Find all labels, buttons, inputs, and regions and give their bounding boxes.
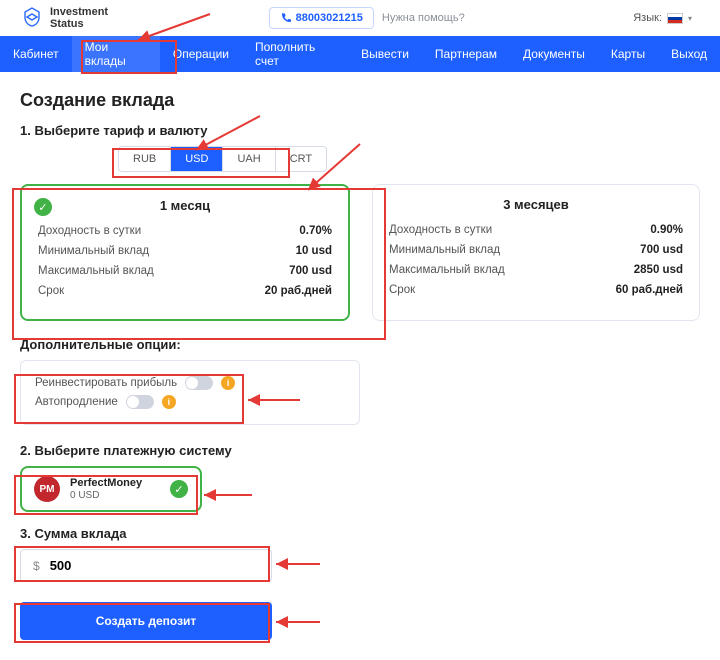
amount-input[interactable] bbox=[50, 558, 259, 573]
phone-button[interactable]: 88003021215 bbox=[269, 7, 374, 29]
help-link[interactable]: Нужна помощь? bbox=[382, 12, 465, 24]
step3-title: 3. Сумма вклада bbox=[20, 526, 700, 541]
plan-row-label: Минимальный вклад bbox=[38, 245, 149, 257]
payment-name: PerfectMoney bbox=[70, 477, 142, 490]
main-nav: Кабинет Мои вклады Операции Пополнить сч… bbox=[0, 36, 720, 72]
nav-cards[interactable]: Карты bbox=[598, 36, 658, 72]
payment-balance: 0 USD bbox=[70, 490, 142, 502]
plan-row-label: Максимальный вклад bbox=[38, 265, 154, 277]
step1-title: 1. Выберите тариф и валюту bbox=[20, 123, 700, 138]
plan-row-label: Срок bbox=[389, 284, 415, 296]
options-box: Реинвестировать прибыль i Автопродление … bbox=[20, 360, 360, 425]
info-icon[interactable]: i bbox=[221, 376, 235, 390]
plan-card-1m[interactable]: ✓ 1 месяц Доходность в сутки 0.70% Минима… bbox=[20, 184, 350, 321]
plan-row-value: 700 usd bbox=[640, 244, 683, 256]
check-icon: ✓ bbox=[34, 198, 52, 216]
currency-usd[interactable]: USD bbox=[171, 147, 223, 171]
currency-crt[interactable]: CRT bbox=[276, 147, 326, 171]
create-deposit-button[interactable]: Создать депозит bbox=[20, 602, 272, 640]
flag-ru-icon bbox=[667, 13, 683, 24]
nav-deposits[interactable]: Мои вклады bbox=[72, 36, 160, 72]
currency-symbol: $ bbox=[33, 559, 40, 573]
brand-line2: Status bbox=[50, 18, 108, 30]
step2-title: 2. Выберите платежную систему bbox=[20, 443, 700, 458]
plan-row-value: 0.90% bbox=[650, 224, 683, 236]
plan-title: 1 месяц bbox=[38, 198, 332, 213]
nav-documents[interactable]: Документы bbox=[510, 36, 598, 72]
brand-line1: Investment bbox=[50, 6, 108, 18]
plan-row-value: 60 раб.дней bbox=[616, 284, 683, 296]
nav-withdraw[interactable]: Вывести bbox=[348, 36, 422, 72]
nav-topup[interactable]: Пополнить счет bbox=[242, 36, 348, 72]
nav-logout[interactable]: Выход bbox=[658, 36, 720, 72]
logo-icon bbox=[20, 6, 44, 30]
lang-label: Язык: bbox=[633, 12, 662, 24]
plan-row-label: Доходность в сутки bbox=[389, 224, 492, 236]
toggle-reinvest[interactable] bbox=[185, 376, 213, 390]
phone-icon bbox=[280, 12, 292, 24]
plan-row-value: 0.70% bbox=[299, 225, 332, 237]
payment-perfectmoney[interactable]: PM PerfectMoney 0 USD ✓ bbox=[20, 466, 202, 512]
plan-row-label: Минимальный вклад bbox=[389, 244, 500, 256]
plan-row-value: 10 usd bbox=[296, 245, 332, 257]
chevron-down-icon: ▾ bbox=[688, 14, 692, 23]
options-title: Дополнительные опции: bbox=[20, 337, 700, 352]
plan-title: 3 месяцев bbox=[389, 197, 683, 212]
plan-row-label: Максимальный вклад bbox=[389, 264, 505, 276]
page-title: Создание вклада bbox=[20, 90, 700, 111]
plan-card-3m[interactable]: 3 месяцев Доходность в сутки 0.90% Минима… bbox=[372, 184, 700, 321]
brand: Investment Status bbox=[20, 6, 108, 30]
phone-number: 88003021215 bbox=[296, 12, 363, 24]
info-icon[interactable]: i bbox=[162, 395, 176, 409]
option-reinvest-label: Реинвестировать прибыль bbox=[35, 377, 177, 389]
nav-cabinet[interactable]: Кабинет bbox=[0, 36, 72, 72]
check-icon: ✓ bbox=[170, 480, 188, 498]
plan-row-value: 20 раб.дней bbox=[265, 285, 332, 297]
currency-rub[interactable]: RUB bbox=[119, 147, 171, 171]
toggle-autoextend[interactable] bbox=[126, 395, 154, 409]
nav-operations[interactable]: Операции bbox=[160, 36, 242, 72]
language-selector[interactable]: Язык: ▾ bbox=[625, 8, 700, 28]
currency-tabs: RUB USD UAH CRT bbox=[118, 146, 327, 172]
option-autoextend-label: Автопродление bbox=[35, 396, 118, 408]
plan-row-value: 700 usd bbox=[289, 265, 332, 277]
currency-uah[interactable]: UAH bbox=[223, 147, 275, 171]
plan-row-label: Доходность в сутки bbox=[38, 225, 141, 237]
nav-partners[interactable]: Партнерам bbox=[422, 36, 510, 72]
amount-input-wrap[interactable]: $ bbox=[20, 549, 272, 582]
plan-row-label: Срок bbox=[38, 285, 64, 297]
perfectmoney-icon: PM bbox=[34, 476, 60, 502]
plan-row-value: 2850 usd bbox=[634, 264, 683, 276]
